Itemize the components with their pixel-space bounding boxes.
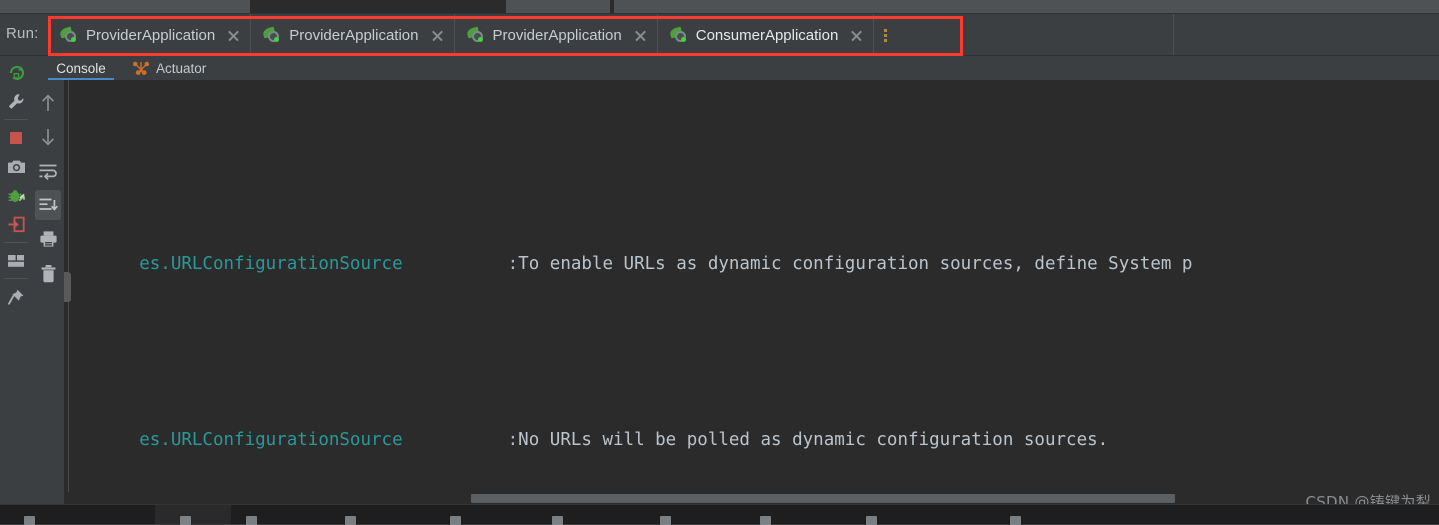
log-message: No URLs will be polled as dynamic config… [518, 430, 1109, 450]
trash-icon [41, 264, 55, 282]
run-tab-label: ConsumerApplication [695, 26, 839, 44]
tab-console[interactable]: Console [48, 56, 114, 80]
console-sub-tab-bar: Console Actuator [32, 56, 1439, 80]
scroll-to-end-button[interactable] [35, 190, 61, 220]
run-tab-provider-3[interactable]: ProviderApplication [455, 14, 658, 56]
run-tool-window-header: Run: ProviderApplication ProviderApplica… [0, 14, 1439, 56]
arrow-up-icon [42, 94, 54, 111]
spring-boot-icon [262, 26, 281, 43]
more-vertical-icon[interactable] [874, 14, 896, 56]
toolbar-divider [1173, 14, 1174, 56]
printer-icon [39, 231, 57, 247]
log-line: es.URLConfigurationSource:No URLs will b… [76, 374, 1204, 450]
run-tab-provider-2[interactable]: ProviderApplication [251, 14, 455, 56]
run-tab-provider-1[interactable]: ProviderApplication [48, 14, 252, 56]
toolbar-separator [4, 119, 28, 120]
run-tab-label: ProviderApplication [86, 26, 216, 44]
toolbar-separator [4, 278, 28, 279]
run-tab-list: ProviderApplication ProviderApplication … [48, 14, 896, 56]
taskbar-active-item[interactable] [155, 505, 231, 524]
editor-tab-remnant [0, 0, 250, 14]
rerun-button[interactable] [0, 58, 32, 87]
soft-wrap-button[interactable] [32, 156, 64, 186]
exit-button[interactable] [0, 210, 32, 239]
layout-icon [8, 254, 24, 267]
close-icon[interactable] [226, 28, 241, 43]
wrench-icon [8, 93, 24, 109]
log-lines: es.URLConfigurationSource:To enable URLs… [76, 80, 1204, 492]
log-separator: : [507, 254, 519, 274]
settings-button[interactable] [0, 87, 32, 116]
horizontal-scrollbar-thumb[interactable] [471, 494, 1175, 503]
editor-tab-remnant [250, 0, 506, 14]
log-separator: : [507, 430, 519, 450]
pin-button[interactable] [0, 282, 32, 311]
tab-actuator-label: Actuator [156, 60, 207, 76]
scroll-down-button[interactable] [32, 122, 64, 152]
screenshot-button[interactable] [0, 152, 32, 181]
scroll-to-end-icon [39, 198, 58, 211]
console-output[interactable]: es.URLConfigurationSource:To enable URLs… [64, 80, 1439, 492]
bug-icon [8, 189, 25, 202]
spring-boot-icon [465, 26, 485, 43]
layout-button[interactable] [0, 246, 32, 275]
tab-console-label: Console [56, 60, 106, 76]
run-tab-label: ProviderApplication [492, 26, 622, 44]
actuator-icon [132, 60, 150, 76]
tab-actuator[interactable]: Actuator [132, 56, 206, 80]
exit-arrow-icon [8, 216, 25, 233]
log-line: es.URLConfigurationSource:To enable URLs… [76, 198, 1204, 274]
log-logger: es.URLConfigurationSource [139, 430, 403, 450]
scroll-up-button[interactable] [32, 88, 64, 118]
close-icon[interactable] [430, 28, 445, 43]
clear-all-button[interactable] [32, 258, 64, 288]
spring-boot-icon [668, 26, 688, 43]
spring-boot-icon [58, 26, 78, 43]
rerun-icon [9, 65, 24, 80]
collapse-handle[interactable] [64, 272, 71, 302]
log-message: To enable URLs as dynamic configuration … [518, 254, 1193, 274]
pin-icon [7, 289, 24, 305]
stop-button[interactable] [0, 123, 32, 152]
run-tab-consumer[interactable]: ConsumerApplication [657, 14, 875, 56]
run-label: Run: [6, 25, 39, 42]
soft-wrap-icon [39, 164, 57, 180]
run-actions-toolbar [0, 56, 32, 504]
editor-tab-strip-sliver [0, 0, 1439, 14]
editor-tab-remnant [506, 0, 610, 14]
arrow-down-icon [42, 129, 54, 146]
editor-tab-remnant [614, 0, 1439, 14]
stop-square-icon [10, 131, 22, 144]
close-icon[interactable] [633, 28, 648, 43]
run-tab-label: ProviderApplication [289, 26, 419, 44]
camera-icon [7, 160, 25, 173]
print-button[interactable] [32, 224, 64, 254]
console-toolbar [32, 80, 64, 504]
os-taskbar [0, 505, 1439, 525]
debug-attach-button[interactable] [0, 181, 32, 210]
log-logger: es.URLConfigurationSource [139, 254, 403, 274]
close-icon[interactable] [849, 28, 864, 43]
toolbar-separator [4, 242, 28, 243]
